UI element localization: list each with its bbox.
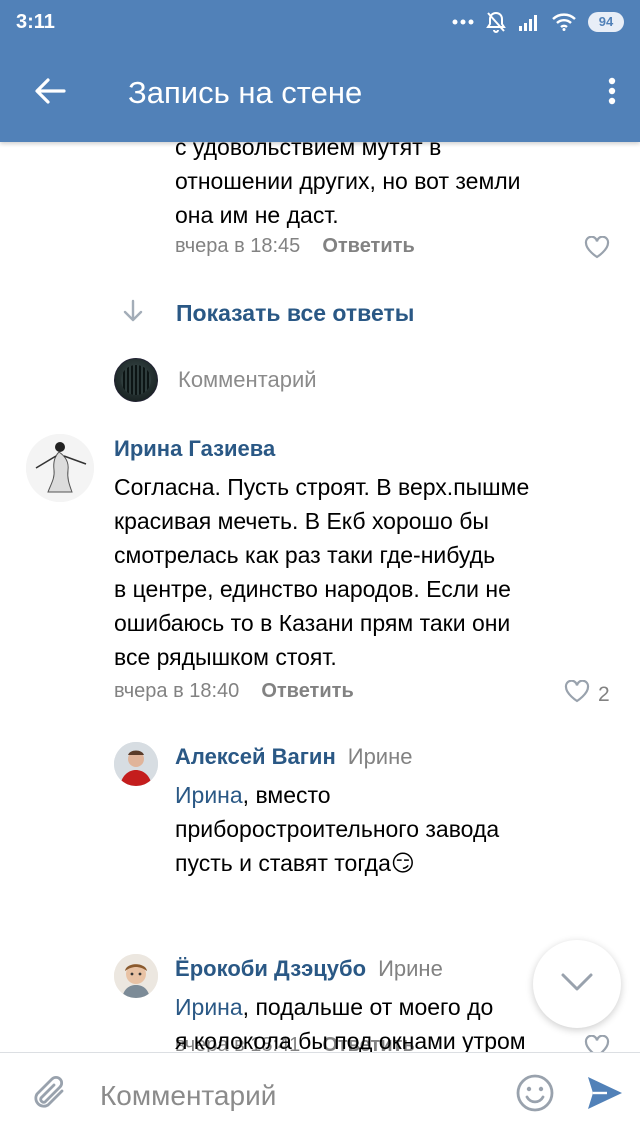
comment-author-link[interactable]: Алексей Вагин	[175, 744, 336, 769]
comment-text: Согласна. Пусть строят. В верх.пышме кра…	[114, 470, 624, 674]
comment-time: вчера в 18:40	[114, 680, 240, 702]
reply-button[interactable]: Ответить	[322, 235, 414, 258]
partial-comment-text: с удовольствием мутят в отношении других…	[175, 142, 615, 232]
notification-dots-icon	[452, 18, 474, 26]
mute-bell-icon	[486, 11, 506, 33]
paperclip-icon	[32, 1074, 68, 1117]
text-segment: , вместо	[242, 782, 331, 808]
heart-icon	[564, 679, 590, 709]
heart-icon	[584, 235, 610, 265]
like-count: 2	[598, 682, 610, 706]
scroll-down-button[interactable]	[533, 940, 621, 1028]
text-line: приборостроительного завода	[175, 816, 500, 842]
text-line: пусть и ставят тогда😏	[175, 846, 625, 880]
text-line: ошибаюсь то в Казани прям таки они	[114, 610, 511, 636]
app-header: 3:11 94 Запись на стене	[0, 0, 640, 142]
attach-button[interactable]	[0, 1053, 100, 1138]
avatar[interactable]	[114, 954, 158, 998]
comment-text: Ирина, вместо приборостроительного завод…	[175, 778, 625, 880]
back-button[interactable]	[0, 44, 100, 142]
comment-time: вчера в 18:45	[175, 235, 301, 257]
avatar	[114, 358, 158, 402]
send-button[interactable]	[570, 1053, 640, 1138]
status-bar: 3:11 94	[0, 0, 640, 44]
text-line: с удовольствием мутят в	[175, 142, 442, 160]
text-line: Ирина, вместо	[175, 778, 625, 812]
reply-to-label: Ирине	[347, 744, 413, 769]
text-segment: пусть и ставят тогда	[175, 850, 391, 876]
avatar[interactable]	[26, 434, 94, 502]
wifi-icon	[552, 13, 576, 31]
comment-meta: вчера в 18:40 Ответить	[114, 680, 354, 703]
text-line: она им не даст.	[175, 202, 339, 228]
emoji-button[interactable]	[500, 1053, 570, 1138]
like-button[interactable]: 2	[564, 679, 610, 709]
more-options-button[interactable]	[584, 44, 640, 142]
avatar[interactable]	[114, 742, 158, 786]
show-all-replies-label: Показать все ответы	[176, 300, 415, 326]
text-line: я колокола бы под окнами утром	[175, 1028, 526, 1052]
smile-icon	[515, 1073, 555, 1118]
inline-comment-input[interactable]: Комментарий	[114, 358, 317, 402]
text-line: в центре, единство народов. Если не	[114, 576, 511, 602]
reply-to-label: Ирине	[378, 956, 443, 981]
toolbar: Запись на стене	[0, 44, 640, 142]
show-all-replies-button[interactable]: Показать все ответы	[120, 298, 414, 329]
reply-button[interactable]: Ответить	[261, 680, 353, 703]
status-time: 3:11	[16, 10, 55, 33]
page-title: Запись на стене	[128, 75, 363, 110]
comment-author-link[interactable]: Ёрокоби Дзэцубо	[175, 956, 366, 981]
text-line: Согласна. Пусть строят. В верх.пышме	[114, 474, 530, 500]
like-button[interactable]	[584, 235, 610, 265]
comment-input[interactable]: Комментарий	[100, 1080, 500, 1112]
text-line: смотрелась как раз таки где-нибудь	[114, 542, 496, 568]
smirk-emoji-icon: 😏	[390, 850, 415, 876]
arrow-left-icon	[34, 77, 66, 110]
battery-indicator: 94	[588, 12, 624, 32]
comment-author-link[interactable]: Ирина Газиева	[114, 436, 275, 461]
mention-link[interactable]: Ирина	[175, 994, 243, 1020]
text-segment: , подальше от моего до	[242, 994, 494, 1020]
text-line: красивая мечеть. В Екб хорошо бы	[114, 508, 489, 534]
text-line: отношении других, но вот земли	[175, 168, 521, 194]
arrow-down-icon	[120, 298, 146, 329]
comment-compose-bar: Комментарий	[0, 1052, 640, 1138]
send-arrow-icon	[586, 1075, 624, 1116]
mention-link[interactable]: Ирина	[175, 782, 243, 808]
partial-comment-meta: вчера в 18:45 Ответить	[175, 235, 415, 258]
text-line: все рядышком стоят.	[114, 644, 337, 670]
status-icons: 94	[452, 11, 624, 33]
comments-feed[interactable]: с удовольствием мутят в отношении других…	[0, 142, 640, 1052]
signal-icon	[518, 13, 540, 31]
more-vertical-icon	[608, 77, 616, 110]
inline-comment-placeholder: Комментарий	[178, 367, 317, 392]
chevron-down-icon	[560, 972, 594, 997]
